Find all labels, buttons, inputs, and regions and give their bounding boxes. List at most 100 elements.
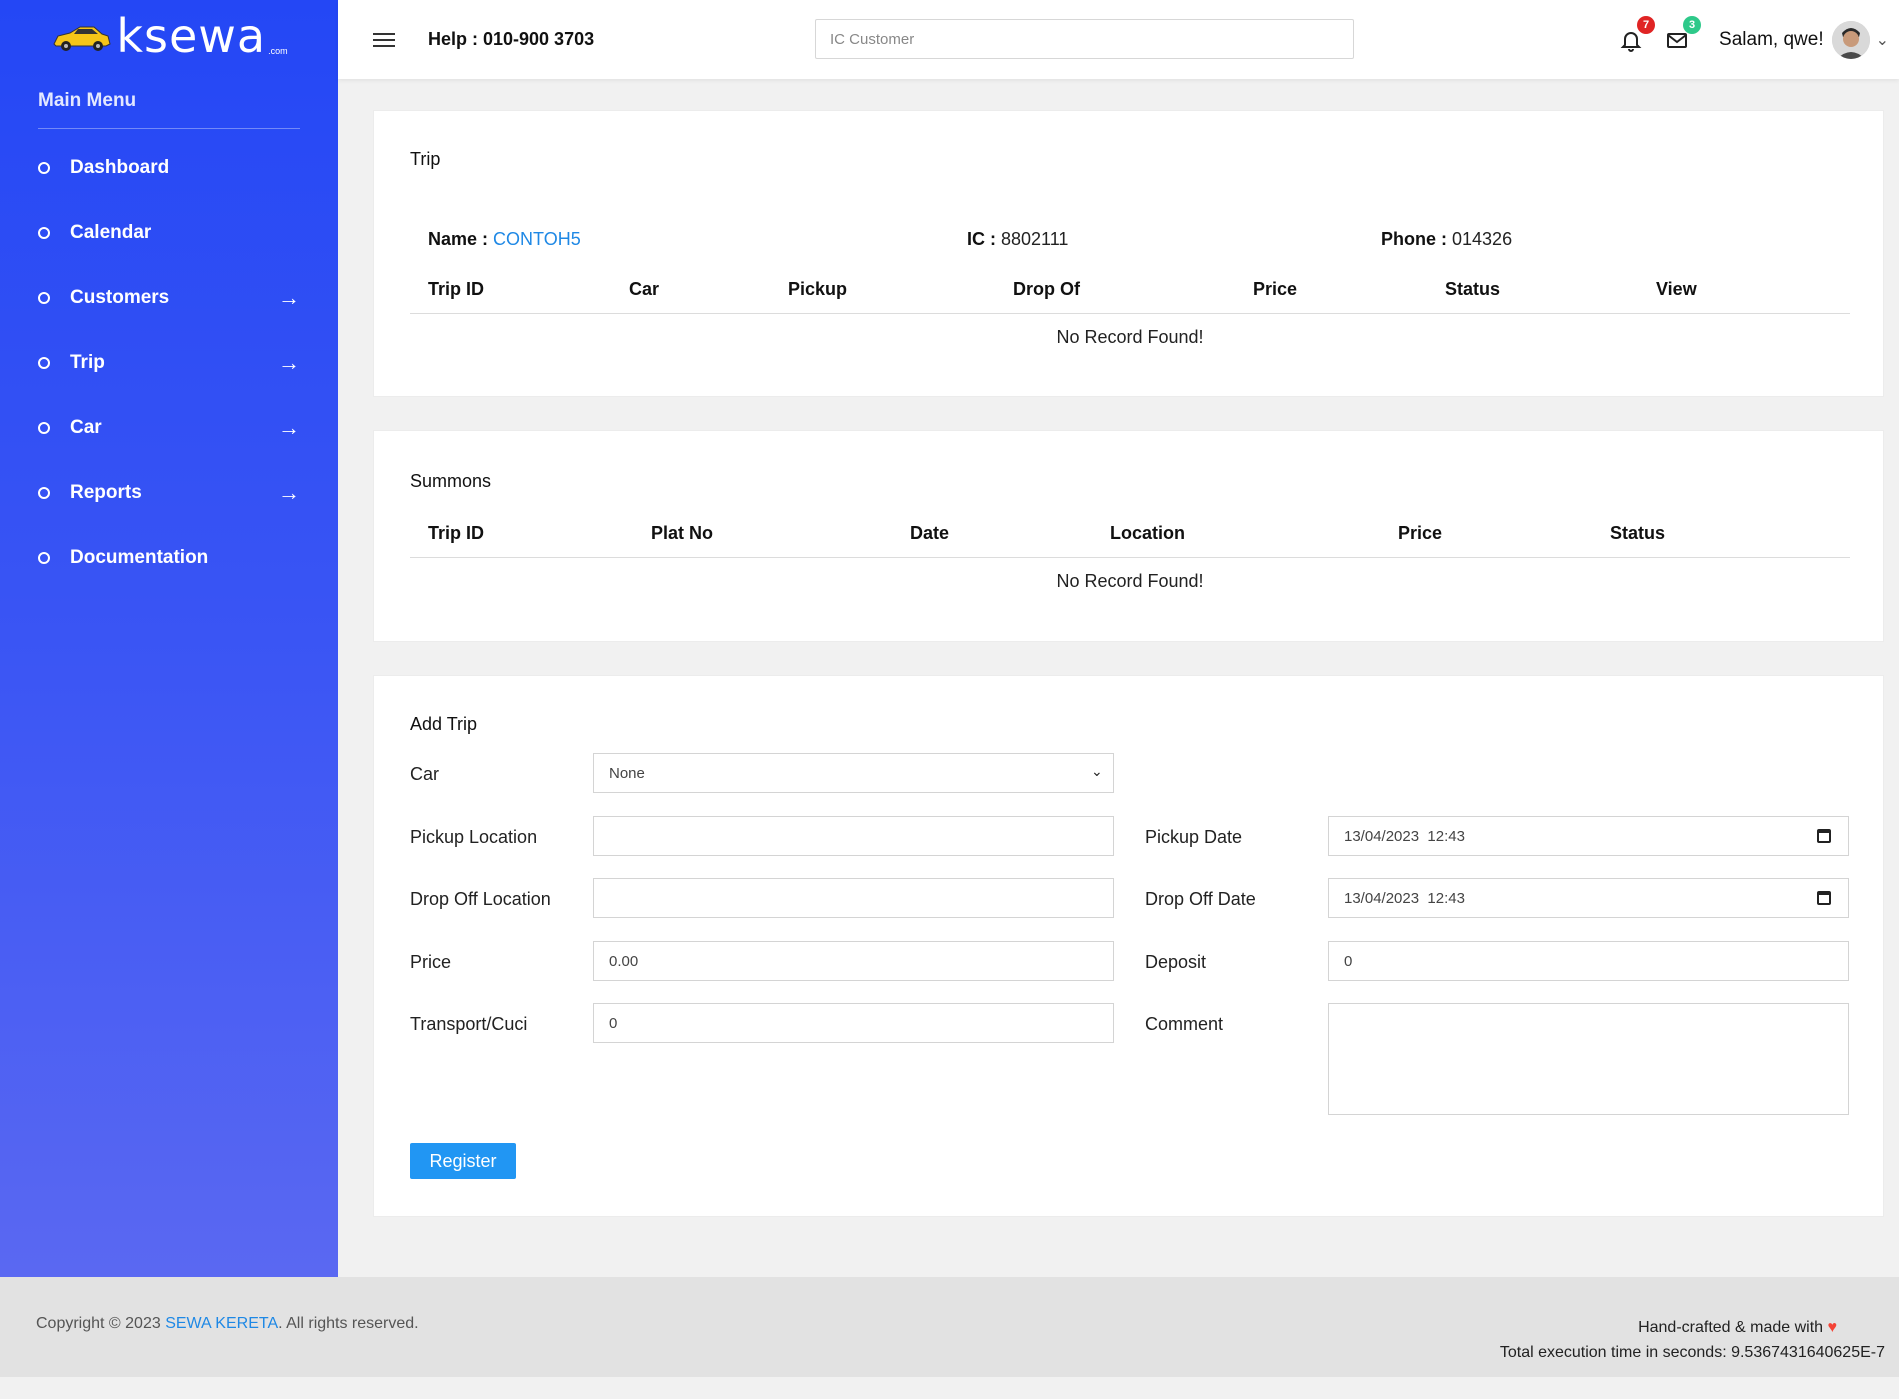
sidebar-item-car[interactable]: Car → xyxy=(0,395,338,460)
hamburger-menu-icon[interactable] xyxy=(373,29,395,51)
sidebar-item-label: Dashboard xyxy=(70,156,170,178)
notifications-count-badge: 7 xyxy=(1637,15,1656,34)
sidebar-item-label: Customers xyxy=(70,286,170,308)
arrow-right-icon: → xyxy=(278,414,300,440)
heart-icon: ♥ xyxy=(1827,1319,1838,1336)
col-plat-no: Plat No xyxy=(651,511,910,558)
dropoff-location-label: Drop Off Location xyxy=(410,889,551,909)
sidebar-item-customers[interactable]: Customers → xyxy=(0,265,338,330)
sidebar: ksewa .com Main Menu Dashboard Calendar … xyxy=(0,0,338,1277)
summons-card-title: Summons xyxy=(410,471,492,491)
arrow-right-icon: → xyxy=(278,479,300,505)
dropoff-date-label: Drop Off Date xyxy=(1145,889,1256,909)
circle-bullet-icon xyxy=(38,421,50,434)
col-pickup: Pickup xyxy=(788,267,1013,314)
pickup-location-input[interactable] xyxy=(593,816,1114,856)
help-phone: Help : 010-900 3703 xyxy=(428,29,595,49)
pickup-date-label: Pickup Date xyxy=(1145,827,1243,847)
car-select[interactable]: None xyxy=(593,753,1114,793)
transport-input[interactable] xyxy=(593,1003,1114,1043)
messages-button[interactable]: 3 xyxy=(1665,15,1702,52)
user-avatar-icon xyxy=(1831,20,1870,59)
col-status: Status xyxy=(1445,267,1656,314)
circle-bullet-icon xyxy=(38,161,50,174)
add-trip-title: Add Trip xyxy=(410,714,478,734)
col-trip-id: Trip ID xyxy=(410,267,629,314)
col-location: Location xyxy=(1110,511,1398,558)
company-link[interactable]: SEWA KERETA xyxy=(165,1315,278,1332)
col-drop-of: Drop Of xyxy=(1013,267,1253,314)
col-price: Price xyxy=(1253,267,1445,314)
footer-credits: Hand-crafted & made with ♥ Total executi… xyxy=(1500,1315,1885,1365)
ic-value: 8802111 xyxy=(1001,229,1069,249)
user-greeting[interactable]: Salam, qwe! xyxy=(1719,29,1824,51)
user-area: 7 3 Salam, qwe! ⌄ xyxy=(1619,0,1899,79)
sidebar-item-label: Reports xyxy=(70,481,142,503)
sidebar-item-dashboard[interactable]: Dashboard xyxy=(0,135,338,200)
pickup-date-input[interactable] xyxy=(1328,816,1849,856)
copyright-prefix: Copyright © 2023 xyxy=(36,1315,166,1332)
made-with-text: Hand-crafted & made with xyxy=(1638,1319,1824,1336)
topbar: Help : 010-900 3703 7 3 Salam, qwe! xyxy=(338,0,1899,79)
copyright-suffix: . All rights reserved. xyxy=(278,1315,419,1332)
brand-suffix: .com xyxy=(268,46,288,56)
calendar-icon[interactable] xyxy=(1817,891,1831,905)
trip-card-title: Trip xyxy=(410,149,441,169)
customer-ic: IC : 8802111 xyxy=(967,229,1068,250)
execution-time: Total execution time in seconds: 9.53674… xyxy=(1499,1344,1885,1361)
dropoff-date-input[interactable] xyxy=(1328,878,1849,918)
car-label: Car xyxy=(410,764,440,784)
sidebar-item-trip[interactable]: Trip → xyxy=(0,330,338,395)
summons-table: Trip ID Plat No Date Location Price Stat… xyxy=(410,511,1850,605)
made-with-line: Hand-crafted & made with ♥ xyxy=(1500,1315,1837,1340)
customer-name-link[interactable]: CONTOH5 xyxy=(493,229,581,249)
sidebar-item-reports[interactable]: Reports → xyxy=(0,460,338,525)
sidebar-item-label: Calendar xyxy=(70,221,152,243)
messages-count-badge: 3 xyxy=(1683,15,1702,34)
arrow-right-icon: → xyxy=(278,284,300,310)
col-trip-id: Trip ID xyxy=(410,511,651,558)
ic-label: IC : xyxy=(967,229,996,249)
deposit-input[interactable] xyxy=(1328,941,1849,981)
car-logo-icon xyxy=(53,26,111,51)
col-price: Price xyxy=(1398,511,1610,558)
dropoff-location-input[interactable] xyxy=(593,878,1114,918)
col-car: Car xyxy=(629,267,788,314)
comment-label: Comment xyxy=(1145,1014,1224,1034)
notifications-button[interactable]: 7 xyxy=(1619,15,1656,52)
trip-table: Trip ID Car Pickup Drop Of Price Status … xyxy=(410,267,1850,361)
avatar[interactable] xyxy=(1831,20,1870,59)
table-row: No Record Found! xyxy=(410,313,1850,361)
name-label: Name : xyxy=(428,229,489,249)
brand-logo[interactable]: ksewa .com xyxy=(0,0,338,78)
add-trip-card: Add Trip Car None ⌄ Pickup Location Pick… xyxy=(373,675,1884,1217)
sidebar-item-calendar[interactable]: Calendar xyxy=(0,200,338,265)
menu-title: Main Menu xyxy=(38,90,137,111)
sidebar-item-label: Car xyxy=(70,416,102,438)
summons-empty-message: No Record Found! xyxy=(1056,570,1204,591)
main-menu: Dashboard Calendar Customers → Trip → Ca… xyxy=(0,129,338,590)
register-button[interactable]: Register xyxy=(410,1143,516,1179)
arrow-right-icon: → xyxy=(278,349,300,375)
chevron-down-icon[interactable]: ⌄ xyxy=(1876,30,1889,50)
price-label: Price xyxy=(410,952,452,972)
price-input[interactable] xyxy=(593,941,1114,981)
calendar-icon[interactable] xyxy=(1817,829,1831,843)
circle-bullet-icon xyxy=(38,356,50,369)
customer-search-input[interactable] xyxy=(815,19,1354,59)
sidebar-item-documentation[interactable]: Documentation xyxy=(0,525,338,590)
customer-name: Name : CONTOH5 xyxy=(428,229,581,250)
sidebar-item-label: Trip xyxy=(70,351,105,373)
circle-bullet-icon xyxy=(38,486,50,499)
col-date: Date xyxy=(910,511,1110,558)
comment-textarea[interactable] xyxy=(1328,1003,1849,1115)
chevron-down-icon: ⌄ xyxy=(1091,763,1103,779)
circle-bullet-icon xyxy=(38,291,50,304)
phone-label: Phone : xyxy=(1381,229,1447,249)
customer-phone: Phone : 014326 xyxy=(1381,229,1512,250)
col-view: View xyxy=(1656,267,1850,314)
transport-label: Transport/Cuci xyxy=(410,1014,528,1034)
trip-empty-message: No Record Found! xyxy=(1056,326,1204,347)
circle-bullet-icon xyxy=(38,226,50,239)
brand-name: ksewa xyxy=(116,9,267,63)
